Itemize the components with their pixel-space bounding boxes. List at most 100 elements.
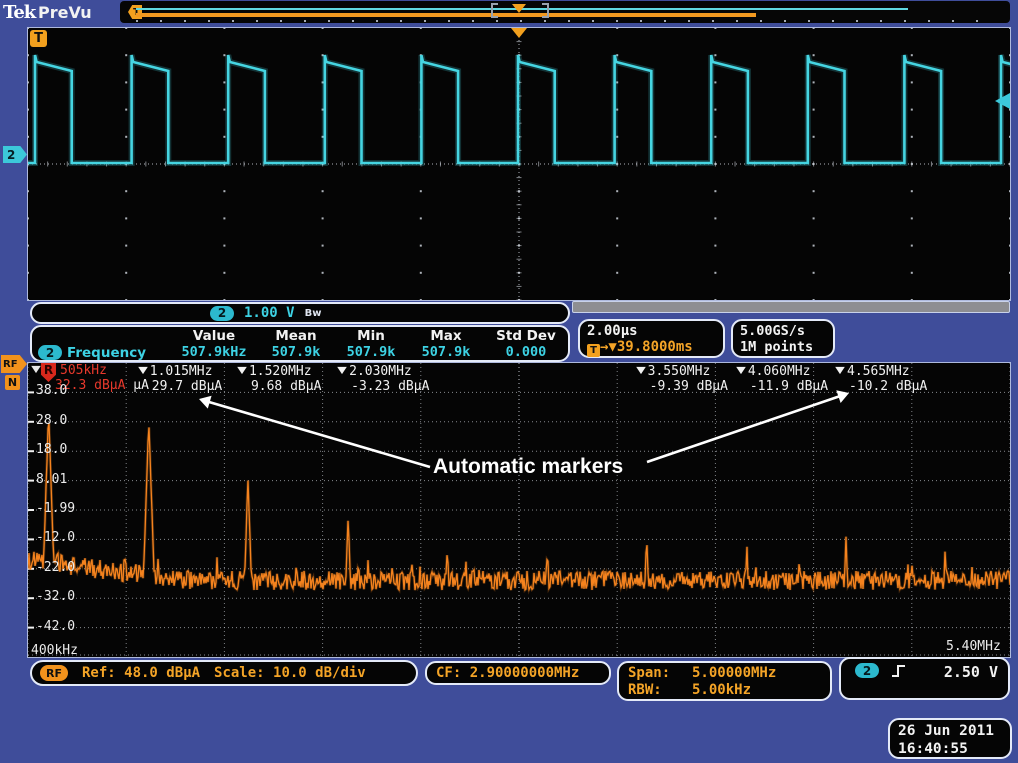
meas-name: Frequency — [67, 345, 146, 361]
acquisition-mode-label: PreVu — [38, 3, 92, 22]
auto-marker-readout: 4.060MHz-11.9 dBµA — [735, 364, 828, 394]
rf-scale: Scale: 10.0 dB/div — [214, 665, 366, 681]
marker-amplitude: -10.2 dBµA — [834, 379, 927, 394]
marker-triangle-icon — [736, 367, 746, 374]
span-label: Span: — [628, 665, 692, 682]
spectrum-ytick: -1.99 — [36, 501, 75, 516]
rising-edge-icon — [891, 663, 907, 679]
marker-triangle-icon — [636, 367, 646, 374]
overview-ticks — [136, 20, 996, 22]
waveform-graticule — [27, 27, 1011, 301]
meas-stddev: 0.000 — [484, 344, 568, 361]
meas-ch2-badge: 2 — [38, 345, 62, 360]
spectrum-ytick: -42.0 — [36, 619, 75, 634]
spectrum-ytick: -32.0 — [36, 589, 75, 604]
rf-normal-trace-badge: N — [5, 375, 20, 390]
trigger-position-marker[interactable] — [511, 28, 527, 38]
record-length: 1M points — [740, 339, 833, 355]
rf-reference-readout[interactable]: RF Ref: 48.0 dBµA Scale: 10.0 dB/div — [30, 660, 418, 686]
auto-marker-readout: 4.565MHz-10.2 dBµA — [834, 364, 927, 394]
trigger-level-arrow[interactable] — [995, 93, 1010, 109]
marker-triangle-icon — [835, 367, 845, 374]
marker-amplitude: 29.7 dBµA — [137, 379, 222, 394]
meas-header-min: Min — [334, 328, 408, 344]
trigger-position-icon[interactable] — [512, 4, 526, 13]
auto-marker-readout: 1.520MHz9.68 dBµA — [236, 364, 321, 394]
divider-scrollbar[interactable] — [572, 301, 1010, 313]
auto-marker-readout: 3.550MHz-9.39 dBµA — [635, 364, 728, 394]
meas-header-stddev: Std Dev — [484, 328, 568, 344]
marker-frequency: 4.565MHz — [847, 364, 910, 379]
span-rbw-readout[interactable]: Span:5.00000MHz RBW:5.00kHz — [617, 661, 832, 701]
marker-triangle-icon — [237, 367, 247, 374]
trigger-t-icon: T — [587, 344, 600, 357]
marker-amplitude: -9.39 dBµA — [635, 379, 728, 394]
rbw-label: RBW: — [628, 682, 692, 699]
spectrum-ytick: 18.0 — [36, 442, 67, 457]
marker-triangle-icon — [138, 367, 148, 374]
marker-triangle-icon — [337, 367, 347, 374]
rf-badge: RF — [40, 665, 68, 681]
spectrum-ytick: 38.0 — [36, 383, 67, 398]
acquisition-readout[interactable]: 5.00GS/s 1M points — [731, 319, 835, 358]
center-frequency-readout[interactable]: CF: 2.90000000MHz — [425, 661, 611, 685]
ch2-badge: 2 — [210, 306, 234, 321]
meas-value: 507.9kHz — [170, 344, 258, 361]
horizontal-readout[interactable]: 2.00µs T→▼39.8000ms — [578, 319, 725, 358]
rf-ref-level: Ref: 48.0 dBµA — [82, 665, 200, 681]
marker-frequency: 4.060MHz — [748, 364, 811, 379]
spectrum-ytick: 28.0 — [36, 413, 67, 428]
zoom-window-bracket-left[interactable] — [491, 3, 499, 18]
time-per-div: 2.00µs — [587, 323, 723, 339]
datetime-box: 26 Jun 2011 16:40:55 — [888, 718, 1012, 759]
trigger-source-ch2-badge: 2 — [855, 663, 879, 678]
bandwidth-limit-icon: Bw — [305, 308, 322, 319]
measurement-panel: Value Mean Min Max Std Dev 2 Frequency 5… — [30, 325, 570, 362]
marker-amplitude: -3.23 dBµA — [336, 379, 429, 394]
marker-frequency: 2.030MHz — [349, 364, 412, 379]
annotation-text: Automatic markers — [433, 455, 623, 479]
meas-header-value: Value — [170, 328, 258, 344]
title-bar: Tek PreVu T — [0, 0, 1018, 27]
marker-amplitude: -11.9 dBµA — [735, 379, 828, 394]
auto-marker-readout: 2.030MHz-3.23 dBµA — [336, 364, 429, 394]
marker-frequency: 1.520MHz — [249, 364, 312, 379]
meas-min: 507.9k — [334, 344, 408, 361]
date-label: 26 Jun 2011 — [898, 722, 1010, 740]
marker-a-icon — [31, 366, 41, 373]
rf-trace-marker[interactable]: RF — [1, 355, 27, 373]
record-overview-strip[interactable]: T — [120, 1, 1010, 23]
marker-frequency: 3.550MHz — [648, 364, 711, 379]
trigger-readout[interactable]: 2 2.50 V — [839, 657, 1010, 700]
ch2-volts-per-div: 1.00 V — [244, 305, 295, 321]
sample-rate: 5.00GS/s — [740, 323, 833, 339]
trigger-source-badge: T — [30, 30, 47, 47]
trigger-arrow-glyphs: →▼ — [600, 339, 617, 355]
spectrum-stop-frequency: 5.40MHz — [946, 639, 1001, 654]
meas-mean: 507.9k — [258, 344, 334, 361]
spectrum-graticule — [27, 362, 1011, 658]
auto-marker-readout: 1.015MHz29.7 dBµA — [137, 364, 222, 394]
zoom-window-bracket-right[interactable] — [541, 3, 549, 18]
ch2-scale-readout[interactable]: 2 1.00 V Bw — [30, 302, 570, 324]
ref-marker-frequency: 505kHz — [60, 363, 107, 378]
meas-max: 507.9k — [408, 344, 484, 361]
marker-amplitude: 9.68 dBµA — [236, 379, 321, 394]
spectrum-ytick: 8.01 — [36, 472, 67, 487]
center-frequency-value: CF: 2.90000000MHz — [436, 665, 579, 681]
rbw-value: 5.00kHz — [692, 682, 751, 698]
trigger-level-value: 2.50 V — [944, 663, 998, 681]
trigger-delay-readout: T→▼39.8000ms — [587, 339, 723, 357]
spectrum-ytick: -12.0 — [36, 530, 75, 545]
reference-marker-readout: R 505kHz 32.3 dBµA µA — [30, 363, 42, 378]
spectrum-ytick: -22.0 — [36, 560, 75, 575]
overview-rf-trace — [136, 13, 756, 17]
tek-logo: Tek — [3, 2, 35, 23]
spectrum-start-frequency: 400kHz — [31, 643, 78, 658]
span-value: 5.00000MHz — [692, 665, 776, 681]
meas-header-mean: Mean — [258, 328, 334, 344]
marker-frequency: 1.015MHz — [150, 364, 213, 379]
meas-row-label: 2 Frequency — [32, 344, 170, 361]
ch2-ground-marker[interactable]: 2 — [3, 146, 27, 163]
meas-header-max: Max — [408, 328, 484, 344]
